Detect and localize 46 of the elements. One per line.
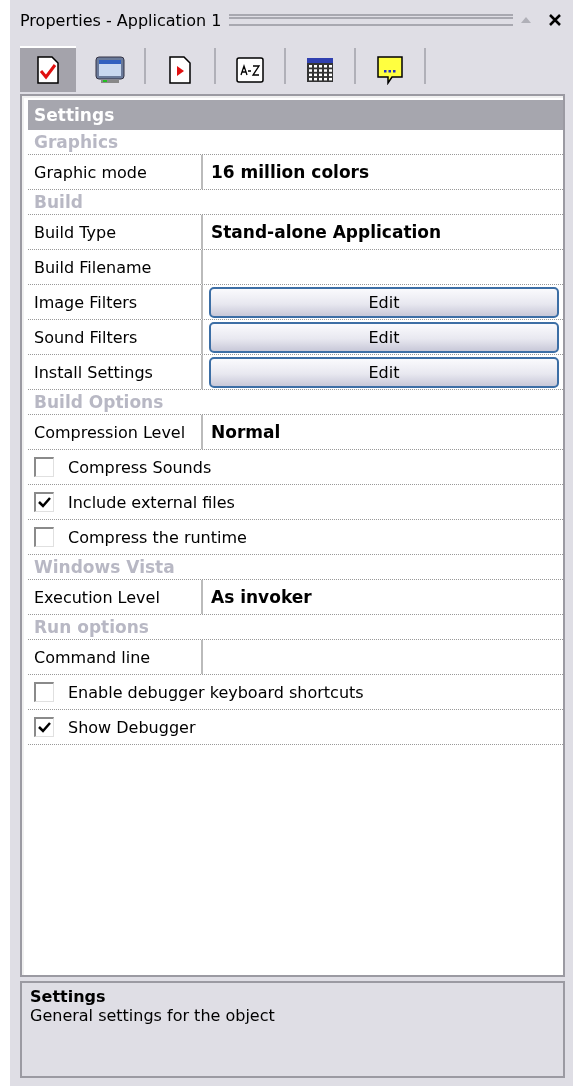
edit-button[interactable]: Edit [209, 357, 559, 388]
category-label: Build Options [33, 392, 164, 412]
property-name: Build Type [28, 215, 203, 249]
property-name: Sound Filters [28, 320, 203, 354]
property-value[interactable]: Stand-alone Application [203, 215, 442, 249]
category-label: Run options [33, 617, 149, 637]
category-label: Graphics [33, 132, 119, 152]
property-name: Graphic mode [28, 155, 203, 189]
checkbox[interactable] [34, 717, 54, 737]
property-name: Execution Level [28, 580, 203, 614]
speech-note-icon [376, 55, 404, 85]
description-title: Settings [30, 987, 107, 1006]
check-icon [38, 722, 51, 733]
checkbox-label: Compress the runtime [68, 527, 247, 547]
property-name: Image Filters [28, 285, 203, 319]
property-value[interactable]: Normal [203, 415, 281, 449]
description-text: General settings for the object [30, 1006, 276, 1025]
property-name: Command line [28, 640, 203, 674]
check-icon [38, 497, 51, 508]
checkbox-label: Compress Sounds [68, 457, 212, 477]
property-name: Compression Level [28, 415, 203, 449]
checkbox[interactable] [34, 492, 54, 512]
checkbox-label: Show Debugger [68, 717, 196, 737]
checked-document-icon [36, 56, 60, 84]
table-icon [306, 57, 334, 83]
property-value[interactable]: 16 million colors [203, 155, 370, 189]
checkbox[interactable] [34, 527, 54, 547]
checkbox[interactable] [34, 682, 54, 702]
checkbox-label: Include external files [68, 492, 235, 512]
checkbox[interactable] [34, 457, 54, 477]
edit-button[interactable]: Edit [209, 287, 559, 318]
property-name: Install Settings [28, 355, 203, 389]
checkbox-label: Enable debugger keyboard shortcuts [68, 682, 364, 702]
category-label: Build [33, 192, 83, 212]
grid-header: Settings [28, 100, 563, 130]
play-document-icon [168, 56, 192, 84]
edit-button[interactable]: Edit [209, 322, 559, 353]
category-label: Windows Vista [33, 557, 175, 577]
close-icon[interactable] [549, 14, 561, 26]
drag-grip[interactable] [229, 14, 513, 26]
property-name: Build Filename [28, 250, 203, 284]
sort-icon [236, 56, 264, 84]
toolbar-tab[interactable] [20, 46, 76, 92]
window-title: Properties - Application 1 [20, 10, 222, 30]
property-value[interactable]: As invoker [203, 580, 312, 614]
monitor-icon [95, 56, 125, 84]
